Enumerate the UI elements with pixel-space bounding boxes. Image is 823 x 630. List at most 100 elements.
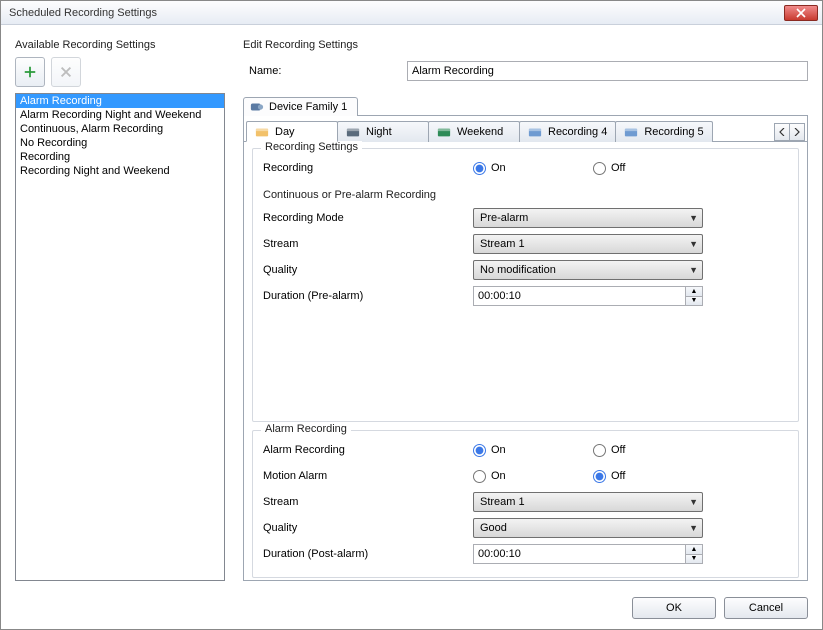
tab-icon: [624, 125, 638, 139]
cancel-button[interactable]: Cancel: [724, 597, 808, 619]
recording-mode-select[interactable]: Pre-alarm▼: [473, 208, 703, 228]
duration-pre-value[interactable]: 00:00:10: [473, 286, 685, 306]
edit-settings-title: Edit Recording Settings: [243, 39, 808, 51]
tabs-scroll-right[interactable]: [789, 123, 805, 141]
chevron-right-icon: [794, 128, 800, 136]
duration-post-up[interactable]: ▲: [686, 545, 702, 555]
alarm-stream-label: Stream: [263, 496, 473, 508]
window-title: Scheduled Recording Settings: [9, 7, 784, 19]
ok-button[interactable]: OK: [632, 597, 716, 619]
recording-off-option[interactable]: Off: [593, 162, 713, 175]
motion-alarm-off-radio[interactable]: [593, 470, 606, 483]
device-tab-strip: Device Family 1: [243, 93, 808, 115]
alarm-stream-row: Stream Stream 1▼: [263, 489, 788, 515]
chevron-down-icon: ▼: [689, 265, 698, 275]
recording-tab[interactable]: Weekend: [428, 121, 520, 142]
alarm-recording-radio-group: On Off: [473, 444, 713, 457]
recording-mode-row: Recording Mode Pre-alarm▼: [263, 205, 788, 231]
quality-row: Quality No modification▼: [263, 257, 788, 283]
duration-post-value[interactable]: 00:00:10: [473, 544, 685, 564]
alarm-recording-on-option[interactable]: On: [473, 444, 593, 457]
recording-radio-group: On Off: [473, 162, 713, 175]
alarm-recording-label: Alarm Recording: [263, 444, 473, 456]
recording-tab[interactable]: Night: [337, 121, 429, 142]
motion-alarm-on-radio[interactable]: [473, 470, 486, 483]
quality-label: Quality: [263, 264, 473, 276]
left-pane: Available Recording Settings Alarm Recor…: [15, 39, 225, 581]
duration-pre-down[interactable]: ▼: [686, 297, 702, 306]
alarm-recording-on-radio[interactable]: [473, 444, 486, 457]
content-area: Available Recording Settings Alarm Recor…: [1, 25, 822, 587]
name-label: Name:: [249, 65, 407, 77]
recording-tab[interactable]: Recording 5: [615, 121, 712, 142]
alarm-recording-fieldset: Alarm Recording Alarm Recording On Off M…: [252, 430, 799, 578]
cross-icon: [59, 65, 73, 79]
available-settings-list[interactable]: Alarm RecordingAlarm Recording Night and…: [15, 93, 225, 581]
list-item[interactable]: No Recording: [16, 136, 224, 150]
alarm-recording-off-option[interactable]: Off: [593, 444, 713, 457]
list-item[interactable]: Recording Night and Weekend: [16, 164, 224, 178]
list-item[interactable]: Recording: [16, 150, 224, 164]
alarm-quality-label: Quality: [263, 522, 473, 534]
stream-row: Stream Stream 1▼: [263, 231, 788, 257]
recording-off-radio[interactable]: [593, 162, 606, 175]
recording-label: Recording: [263, 162, 473, 174]
tabs-scroll-left[interactable]: [774, 123, 790, 141]
titlebar: Scheduled Recording Settings: [1, 1, 822, 25]
recording-row: Recording On Off: [263, 155, 788, 181]
duration-post-spinners: ▲▼: [685, 544, 703, 564]
tab-icon: [346, 125, 360, 139]
motion-alarm-radio-group: On Off: [473, 470, 713, 483]
name-row: Name:: [249, 61, 808, 81]
tab-icon: [437, 125, 451, 139]
duration-post-label: Duration (Post-alarm): [263, 548, 473, 560]
duration-pre-label: Duration (Pre-alarm): [263, 290, 473, 302]
chevron-down-icon: ▼: [689, 523, 698, 533]
duration-post-down[interactable]: ▼: [686, 555, 702, 564]
recording-on-radio[interactable]: [473, 162, 486, 175]
motion-alarm-on-option[interactable]: On: [473, 470, 593, 483]
motion-alarm-label: Motion Alarm: [263, 470, 473, 482]
name-input[interactable]: [407, 61, 808, 81]
device-family-tab-label: Device Family 1: [269, 101, 347, 113]
motion-alarm-row: Motion Alarm On Off: [263, 463, 788, 489]
recording-mode-label: Recording Mode: [263, 212, 473, 224]
stream-select[interactable]: Stream 1▼: [473, 234, 703, 254]
duration-post-row: Duration (Post-alarm) 00:00:10 ▲▼: [263, 541, 788, 567]
stream-label: Stream: [263, 238, 473, 250]
left-toolbar: [15, 57, 225, 87]
list-item[interactable]: Alarm Recording: [16, 94, 224, 108]
close-button[interactable]: [784, 5, 818, 21]
plus-icon: [23, 65, 37, 79]
chevron-down-icon: ▼: [689, 497, 698, 507]
close-icon: [796, 8, 806, 18]
list-item[interactable]: Alarm Recording Night and Weekend: [16, 108, 224, 122]
duration-pre-up[interactable]: ▲: [686, 287, 702, 297]
right-pane: Edit Recording Settings Name: Device Fam…: [243, 39, 808, 581]
recording-tab[interactable]: Day: [246, 121, 338, 142]
alarm-quality-select[interactable]: Good▼: [473, 518, 703, 538]
alarm-recording-off-radio[interactable]: [593, 444, 606, 457]
duration-pre-field[interactable]: 00:00:10 ▲▼: [473, 286, 703, 306]
motion-alarm-off-option[interactable]: Off: [593, 470, 713, 483]
recording-on-option[interactable]: On: [473, 162, 593, 175]
available-settings-title: Available Recording Settings: [15, 39, 225, 51]
delete-button[interactable]: [51, 57, 81, 87]
device-tab-content: DayNightWeekendRecording 4Recording 5 Re…: [243, 115, 808, 581]
device-icon: [250, 100, 264, 114]
add-button[interactable]: [15, 57, 45, 87]
recording-settings-legend: Recording Settings: [261, 141, 362, 153]
alarm-recording-row: Alarm Recording On Off: [263, 437, 788, 463]
chevron-left-icon: [779, 128, 785, 136]
chevron-down-icon: ▼: [689, 213, 698, 223]
recording-settings-fieldset: Recording Settings Recording On Off Cont…: [252, 148, 799, 422]
duration-post-field[interactable]: 00:00:10 ▲▼: [473, 544, 703, 564]
duration-pre-spinners: ▲▼: [685, 286, 703, 306]
device-family-tab[interactable]: Device Family 1: [243, 97, 358, 116]
quality-select[interactable]: No modification▼: [473, 260, 703, 280]
alarm-stream-select[interactable]: Stream 1▼: [473, 492, 703, 512]
recording-tab[interactable]: Recording 4: [519, 121, 616, 142]
list-item[interactable]: Continuous, Alarm Recording: [16, 122, 224, 136]
dialog-footer: OK Cancel: [1, 587, 822, 629]
continuous-prealarm-heading: Continuous or Pre-alarm Recording: [263, 189, 788, 201]
